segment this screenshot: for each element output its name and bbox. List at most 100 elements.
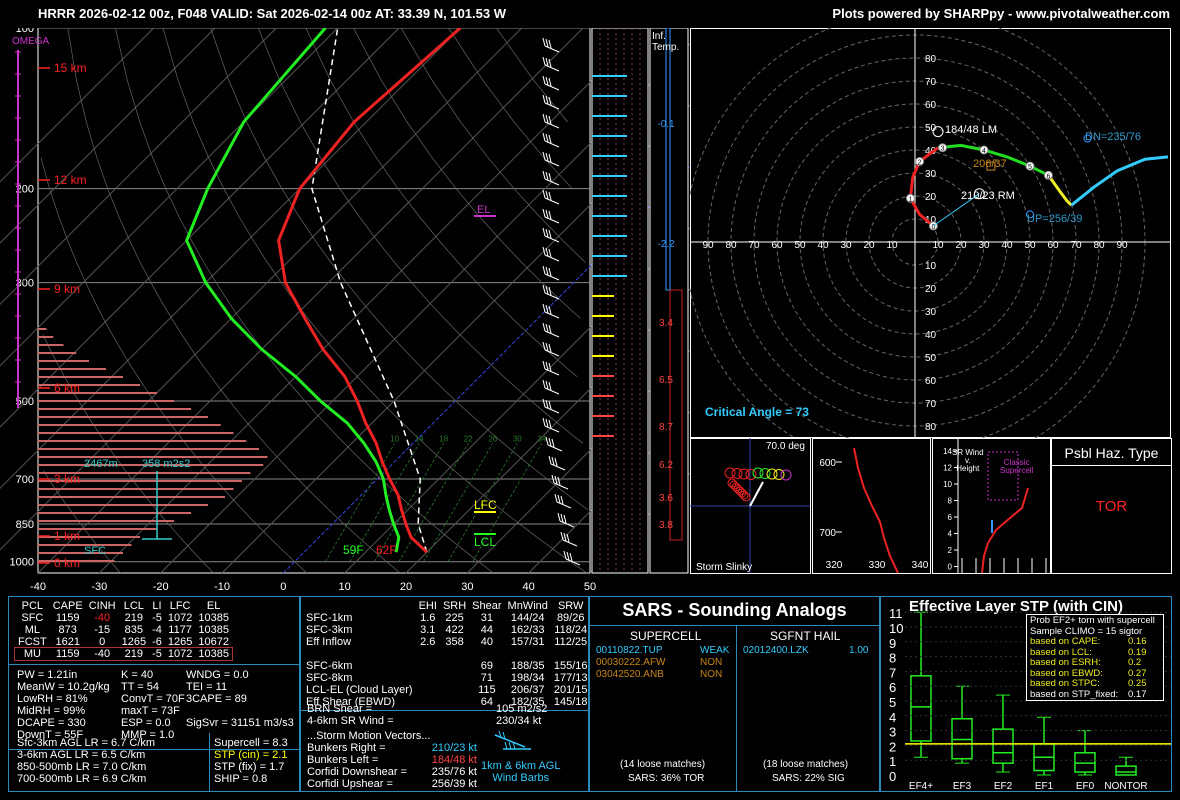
lfc-label: LFC [474, 498, 497, 512]
srwind-y-tick: 0 [948, 563, 953, 572]
kinematics-cell [551, 648, 588, 660]
srwind-y-tick: 10 [943, 480, 952, 489]
kinematics-header: SRW [557, 600, 584, 612]
parcel-cell: -15 [94, 624, 111, 636]
kinematics-cell [440, 648, 469, 660]
hodo-y-tick: 70 [925, 77, 937, 88]
height-label: 9 km [54, 282, 80, 296]
kinematics-cell: 44 [480, 624, 493, 636]
parcel-cell: ML [24, 624, 40, 636]
hodo-x-tick: 40 [1001, 240, 1013, 251]
lcl-label: LCL [474, 535, 496, 549]
inf-tick: 6.2 [659, 460, 673, 471]
hodo-y-tick: 60 [925, 100, 937, 111]
kinematics-cell: SFC-3km [306, 624, 353, 636]
page-title: HRRR 2026-02-12 00z, F048 VALID: Sat 202… [38, 6, 506, 21]
stp-category: EF2 [994, 781, 1013, 792]
stp-legend-value: 0.2 [1128, 657, 1142, 668]
kinematics-cell [505, 648, 551, 660]
wind-speed-bar [38, 328, 47, 330]
parcel-cell: -40 [94, 648, 111, 660]
theta-x-tick: 340 [912, 560, 929, 571]
stp-category: EF1 [1035, 781, 1054, 792]
hodo-x-tick: 90 [1116, 240, 1128, 251]
wind-speed-bar [38, 352, 77, 354]
kinematics-cell [416, 684, 440, 696]
stp-y-tick: 11 [889, 606, 903, 621]
parcel-cell: 1072 [167, 612, 193, 624]
temp-tick: -20 [153, 581, 169, 593]
wind-speed-bar [38, 416, 208, 418]
rm-label: 210/23 RM [961, 190, 1015, 202]
parcel-cell: 873 [58, 624, 77, 636]
parcel-cell: 0 [99, 636, 106, 648]
supercell-pct: SARS: 36% TOR [628, 773, 705, 784]
kinematics-cell: SFC-6km [306, 660, 353, 672]
hodo-y-tick: 80 [925, 422, 937, 433]
kinematics-cell [469, 648, 504, 660]
stp-y-tick: 4 [889, 710, 896, 725]
height-label: 6 km [54, 381, 80, 395]
sars-match-type: NON [700, 657, 723, 668]
kinematics-cell [440, 672, 469, 684]
pressure-tick: 100 [16, 28, 34, 35]
hazard-title: Psbl Haz. Type [1052, 439, 1171, 466]
storm-vector-label: Bunkers Left = [307, 754, 379, 766]
kinematics-cell: 112/25 [554, 636, 588, 648]
parcel-header: LCL [123, 600, 144, 612]
stp-y-tick: 8 [889, 651, 896, 666]
kinematics-cell: 31 [480, 612, 493, 624]
kinematics-cell [416, 672, 440, 684]
storm-vector-value: 235/76 kt [431, 766, 477, 778]
kinematics-row: SFC-3km 3.1 422 44 162/33 118/24 [303, 624, 588, 636]
parcel-cell: -6 [152, 636, 162, 648]
inf-tick: -2.2 [657, 239, 675, 250]
wind-speed-bar [38, 408, 191, 410]
wind-speed-bar [38, 504, 208, 506]
index-value: WNDG = 0.0 [186, 669, 249, 681]
hodo-x-tick: 10 [886, 240, 898, 251]
wind-speed-bar [38, 400, 174, 402]
hodo-y-tick: 10 [925, 261, 937, 272]
mean-wind-label: 206/37 [973, 158, 1007, 170]
kinematics-cell: SFC-8km [306, 672, 353, 684]
srwind-title: SR Wind v. Height [952, 448, 984, 473]
parcel-cell: 219 [124, 612, 144, 624]
stp-y-tick: 9 [889, 636, 896, 651]
stp-box [992, 728, 1014, 764]
temp-tick: 50 [584, 581, 596, 593]
kinematics-cell: 198/34 [510, 672, 545, 684]
lapse-rate: Sfc-3km AGL LR = 6.7 C/km [17, 737, 156, 749]
eff-srh: 358 m2s2 [142, 458, 190, 470]
mixing-ratio-label: 30 [513, 434, 522, 443]
storm-vector-row: Bunkers Right = 210/23 kt [307, 742, 477, 754]
parcel-cell: -5 [152, 612, 162, 624]
theta-x-tick: 330 [869, 560, 886, 571]
parcel-header: LI [152, 600, 162, 612]
sars-hail-match: 02012400.LZK 1.00 [743, 645, 875, 657]
lapse-rate: 850-500mb LR = 7.0 C/km [17, 761, 147, 773]
parcel-row: MU 1159 -40 219 -5 1072 10385 [14, 647, 233, 661]
skewt-panel: 1002003005007008501000-40-30-20-10010203… [0, 28, 690, 593]
hodo-y-tick: 20 [925, 192, 937, 203]
hodo-height-label: 4 [982, 148, 986, 155]
parcel-panel: PCL CAPE CINH LCL LI LFC EL SFC 1159 -40 219 -5 107… [8, 596, 300, 792]
hodo-x-tick: 10 [932, 240, 944, 251]
hodo-height-label: 6 [1046, 173, 1050, 180]
wind-speed-bar [38, 432, 234, 434]
stp-y-tick: 0 [889, 769, 896, 784]
parcel-cell: 1265 [167, 636, 193, 648]
storm-vector-value: 210/23 kt [431, 742, 477, 754]
kinematics-cell: 71 [480, 672, 493, 684]
kinematics-cell: 157/31 [510, 636, 545, 648]
hodo-x-tick: 90 [702, 240, 714, 251]
parcel-table: PCL CAPE CINH LCL LI LFC EL SFC 1159 -40 219 -5 107… [14, 600, 233, 661]
inf-tick: 8.7 [659, 422, 673, 433]
upshear-label: UP=256/39 [1027, 213, 1083, 225]
parcel-cell: 1159 [55, 648, 80, 660]
kinematics-cell [440, 660, 469, 672]
hodo-x-tick: 70 [1070, 240, 1082, 251]
parcel-cell: 10385 [198, 612, 229, 624]
parcel-header: LFC [169, 600, 191, 612]
wind-speed-bar [38, 440, 247, 442]
